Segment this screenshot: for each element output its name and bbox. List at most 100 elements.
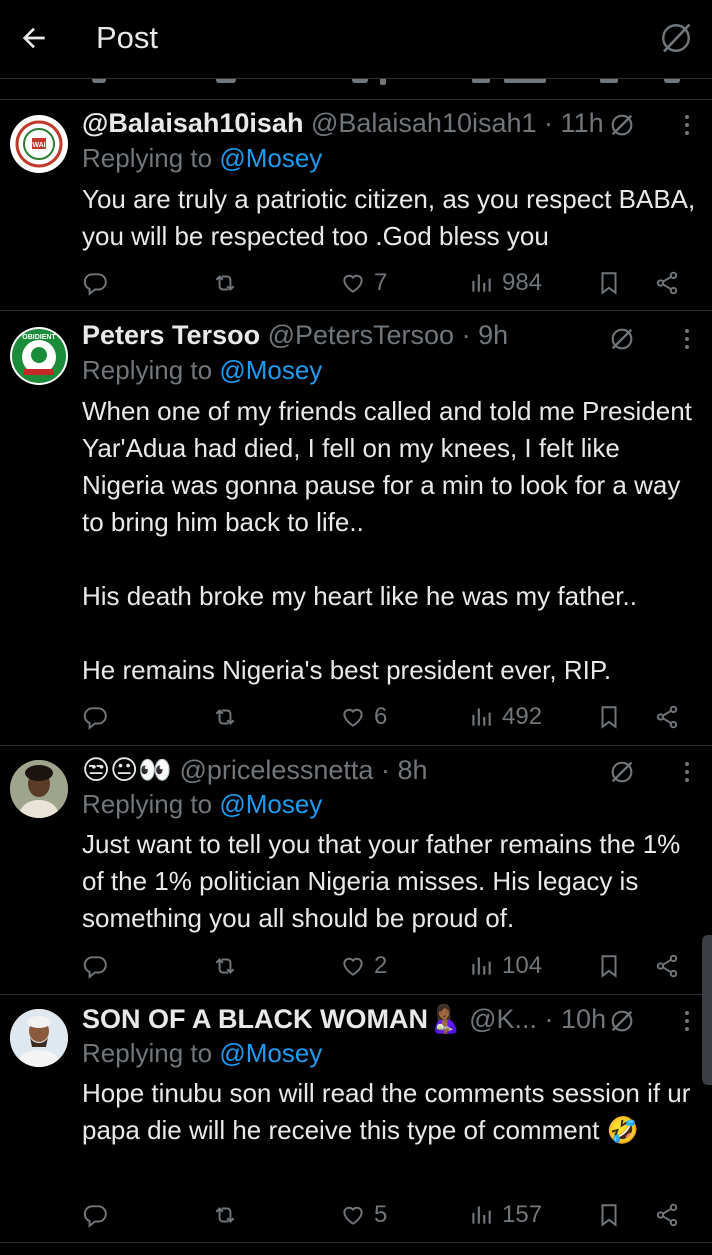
more-dots-icon[interactable] <box>682 758 692 786</box>
previous-post-actions <box>0 79 712 100</box>
grok-icon[interactable] <box>608 1007 636 1035</box>
views-button[interactable]: 104 <box>468 949 542 983</box>
mention-link[interactable]: @Mosey <box>219 1038 322 1068</box>
reply-icon <box>83 1205 107 1228</box>
views-button[interactable]: 984 <box>468 266 542 300</box>
bookmark-button[interactable] <box>596 700 622 734</box>
view-count: 157 <box>502 1201 543 1228</box>
reply-icon <box>83 956 107 979</box>
repost-button[interactable] <box>212 266 238 300</box>
views-button[interactable]: 492 <box>468 700 542 734</box>
handle[interactable]: @Balaisah10isah1 <box>311 108 537 138</box>
reply-button[interactable] <box>82 266 108 300</box>
like-icon <box>343 708 363 727</box>
share-button[interactable] <box>654 1198 680 1232</box>
bookmark-icon <box>601 955 617 978</box>
more-dots-icon[interactable] <box>682 1007 692 1035</box>
like-button[interactable]: 6 <box>340 700 387 734</box>
bookmark-button[interactable] <box>596 266 622 300</box>
replying-to: Replying to @Mosey <box>82 788 322 820</box>
timestamp: · 8h <box>380 755 428 785</box>
grok-icon[interactable] <box>608 325 636 353</box>
reply-tweet[interactable]: WAI @Balaisah10isah @Balaisah10isah1 · 1… <box>0 99 712 311</box>
display-name[interactable]: 😒😐👀 <box>82 755 172 785</box>
scrollbar-thumb[interactable] <box>702 935 712 1085</box>
repost-button[interactable] <box>212 949 238 983</box>
reply-button[interactable] <box>82 1198 108 1232</box>
like-icon <box>343 957 363 976</box>
grok-icon[interactable] <box>608 111 636 139</box>
handle[interactable]: @K... <box>469 1004 537 1034</box>
share-icon <box>656 1203 678 1227</box>
grok-icon[interactable] <box>658 20 694 56</box>
timestamp: · 9h <box>461 320 509 350</box>
views-icon <box>472 274 491 292</box>
repost-icon <box>215 958 235 974</box>
reply-icon <box>83 273 107 296</box>
avatar[interactable] <box>10 760 68 818</box>
share-button[interactable] <box>654 700 680 734</box>
mention-link[interactable]: @Mosey <box>219 143 322 173</box>
repost-button[interactable] <box>212 1198 238 1232</box>
action-bar: 5 157 <box>82 1198 698 1232</box>
like-button[interactable]: 7 <box>340 266 387 300</box>
repost-icon <box>215 275 235 291</box>
replying-to-label: Replying to <box>82 789 220 819</box>
like-count: 5 <box>374 1201 388 1228</box>
views-button[interactable]: 157 <box>468 1198 542 1232</box>
reply-icon <box>83 707 107 730</box>
author-line: SON OF A BLACK WOMAN🤱🏾 @K... · 10h <box>82 1003 642 1035</box>
like-button[interactable]: 5 <box>340 1198 387 1232</box>
bookmark-button[interactable] <box>596 949 622 983</box>
reply-button[interactable] <box>82 949 108 983</box>
reply-tweet[interactable]: SON OF A BLACK WOMAN🤱🏾 @K... · 10h Reply… <box>0 995 712 1243</box>
mention-link[interactable]: @Mosey <box>219 789 322 819</box>
replying-to-label: Replying to <box>82 1038 220 1068</box>
repost-icon <box>215 709 235 725</box>
author-line: Peters Tersoo @PetersTersoo · 9h <box>82 319 642 351</box>
display-name[interactable]: SON OF A BLACK WOMAN🤱🏾 <box>82 1004 462 1034</box>
handle[interactable]: @pricelessnetta <box>179 755 373 785</box>
replying-to: Replying to @Mosey <box>82 142 322 174</box>
avatar[interactable]: WAI <box>10 115 68 173</box>
more-dots-icon[interactable] <box>682 111 692 139</box>
svg-text:OBIDIENT: OBIDIENT <box>22 334 56 341</box>
avatar[interactable]: OBIDIENT <box>10 327 68 385</box>
replying-to: Replying to @Mosey <box>82 354 322 386</box>
bookmark-icon <box>601 272 617 295</box>
view-count: 104 <box>502 952 543 979</box>
like-button[interactable]: 2 <box>340 949 387 983</box>
page-title: Post <box>96 20 159 55</box>
share-button[interactable] <box>654 266 680 300</box>
views-icon <box>472 708 491 726</box>
action-bar: 7 984 <box>82 266 698 300</box>
like-count: 2 <box>374 952 388 979</box>
tweet-text: Just want to tell you that your father r… <box>82 829 688 933</box>
action-bar: 2 104 <box>82 949 698 983</box>
reply-tweet[interactable]: 😒😐👀 @pricelessnetta · 8h Replying to @Mo… <box>0 746 712 995</box>
display-name[interactable]: @Balaisah10isah <box>82 108 303 138</box>
handle[interactable]: @PetersTersoo <box>268 320 454 350</box>
more-dots-icon[interactable] <box>682 325 692 353</box>
reply-button[interactable] <box>82 700 108 734</box>
like-icon <box>343 1206 363 1225</box>
view-count: 984 <box>502 269 543 296</box>
avatar[interactable] <box>10 1009 68 1067</box>
mention-link[interactable]: @Mosey <box>219 355 322 385</box>
display-name[interactable]: Peters Tersoo <box>82 320 260 350</box>
views-icon <box>472 957 491 975</box>
bookmark-button[interactable] <box>596 1198 622 1232</box>
back-arrow-icon[interactable] <box>18 22 50 54</box>
share-icon <box>656 705 678 729</box>
share-button[interactable] <box>654 949 680 983</box>
replying-to-label: Replying to <box>82 355 220 385</box>
like-count: 6 <box>374 703 388 730</box>
author-line: @Balaisah10isah @Balaisah10isah1 · 11h <box>82 107 642 139</box>
repost-icon <box>215 1207 235 1223</box>
reply-tweet[interactable]: OBIDIENT Peters Tersoo @PetersTersoo · 9… <box>0 311 712 746</box>
replying-to-label: Replying to <box>82 143 220 173</box>
tweet-text: When one of my friends called and told m… <box>82 396 692 685</box>
repost-button[interactable] <box>212 700 238 734</box>
grok-icon[interactable] <box>608 758 636 786</box>
timestamp: · 11h <box>544 108 604 138</box>
